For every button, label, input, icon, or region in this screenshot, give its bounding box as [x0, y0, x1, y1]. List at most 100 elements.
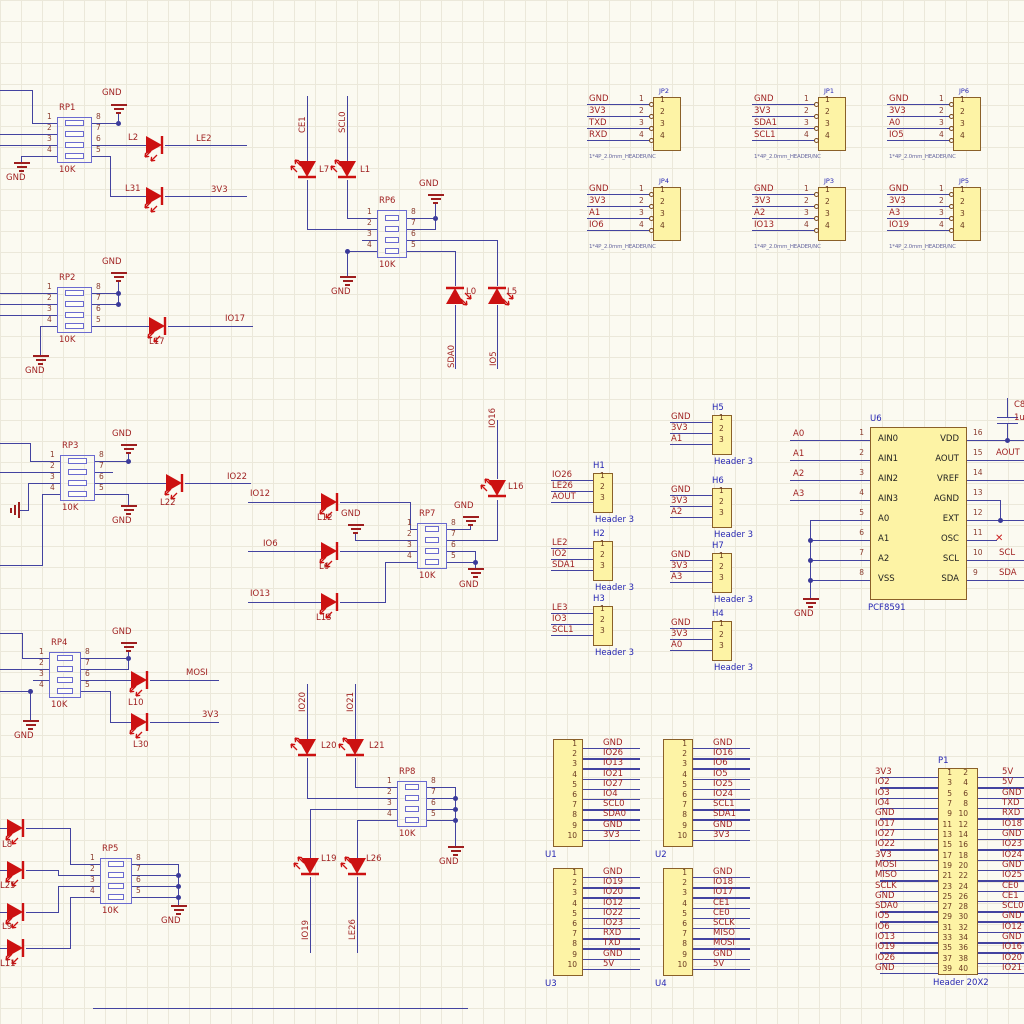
pin-number: 4 [939, 131, 944, 139]
junction-dot [808, 558, 813, 563]
pin-number: 1 [960, 96, 965, 104]
designator: H6 [712, 477, 724, 486]
net-label-GND: GND [875, 809, 895, 818]
net-label-IO20: IO20 [1002, 954, 1022, 963]
net-label-SDA0: SDA0 [448, 345, 457, 368]
pin-number: 17 [940, 852, 952, 860]
designator: H1 [593, 462, 605, 471]
ic-pin-name-SCL: SCL [919, 555, 959, 564]
net-label-IO6: IO6 [875, 923, 890, 932]
pin-number: 16 [973, 429, 983, 437]
pin-number: 7 [940, 800, 952, 808]
header-JP2[interactable] [653, 97, 681, 151]
net-label-IO21: IO21 [603, 770, 623, 779]
led-L6[interactable] [311, 532, 349, 570]
led-L31[interactable] [136, 177, 174, 215]
net-label-TXD: TXD [603, 939, 621, 948]
pin-number: 10 [667, 832, 687, 840]
pin-number: 22 [956, 872, 968, 880]
pin-number: 8 [99, 451, 104, 459]
designator: H5 [712, 404, 724, 413]
pin-number: 3 [804, 209, 809, 217]
pin-number: 5 [431, 810, 436, 818]
pin-circle [949, 228, 954, 233]
pin-number: 6 [956, 790, 968, 798]
pin-circle [949, 126, 954, 131]
junction-dot [453, 796, 458, 801]
pin-number: 4 [804, 221, 809, 229]
led-L22[interactable] [156, 464, 194, 502]
pin-number: 8 [667, 940, 687, 948]
wire [447, 562, 476, 563]
net-label-IO5: IO5 [875, 912, 890, 921]
net-label-GND: GND [889, 185, 909, 194]
pin-number: 6 [96, 305, 101, 313]
junction-dot [473, 560, 478, 565]
gnd-label: GND [419, 180, 439, 189]
junction-dot [345, 249, 350, 254]
net-label-A1: A1 [793, 450, 804, 459]
pin-number: 6 [431, 799, 436, 807]
net-label-SDA0: SDA0 [875, 902, 898, 911]
gnd-symbol [10, 508, 12, 513]
net-label-CE0: CE0 [713, 909, 730, 918]
header-JP4[interactable] [653, 187, 681, 241]
gnd-symbol [466, 520, 476, 522]
net-label-IO26: IO26 [552, 471, 572, 480]
net-label-GND: GND [1002, 789, 1022, 798]
gnd-symbol [23, 720, 39, 722]
pin-number: 3 [387, 799, 392, 807]
pin-number: 7 [136, 865, 141, 873]
pin-number: 1 [660, 186, 665, 194]
pin-number: 4 [90, 887, 95, 895]
led-designator: L8 [2, 841, 12, 850]
header-JP5[interactable] [953, 187, 981, 241]
pin-circle [949, 114, 954, 119]
header-JP3[interactable] [818, 187, 846, 241]
net-label-IO24: IO24 [713, 790, 733, 799]
net-label-IO12: IO12 [1002, 923, 1022, 932]
led-L10[interactable] [121, 661, 159, 699]
pin-number: 8 [557, 811, 577, 819]
footprint-label: 1*4P_2.0mm_HEADER/NC [589, 244, 656, 250]
led-L30[interactable] [121, 703, 159, 741]
net-label-A1: A1 [671, 435, 682, 444]
wire [880, 973, 938, 974]
pin-number: 6 [667, 920, 687, 928]
led-L2[interactable] [136, 126, 174, 164]
pin-number: 5 [940, 790, 952, 798]
pin-number: 8 [411, 208, 416, 216]
wire [165, 196, 247, 197]
gnd-symbol [116, 280, 121, 282]
net-label-IO16: IO16 [713, 749, 733, 758]
pin-number: 4 [557, 771, 577, 779]
pin-circle [949, 102, 954, 107]
net-label-GND: GND [713, 950, 733, 959]
gnd-symbol [111, 272, 127, 274]
resistor-element [65, 312, 84, 318]
header-JP1[interactable] [818, 97, 846, 151]
pin-number: 25 [940, 893, 952, 901]
value-label: 10K [399, 830, 415, 839]
pin-number: 1 [47, 113, 52, 121]
pin-number: 18 [956, 852, 968, 860]
led-designator: L17 [149, 338, 165, 347]
net-label-IO22: IO22 [875, 840, 895, 849]
wire [407, 240, 498, 241]
wire [150, 680, 219, 681]
led-designator: L25 [0, 882, 16, 891]
gnd-symbol [468, 524, 473, 526]
pin-number: 2 [600, 551, 605, 559]
pin-number: 7 [844, 549, 864, 557]
pin-number: 11 [940, 821, 952, 829]
pin-number: 3 [960, 120, 965, 128]
header-JP6[interactable] [953, 97, 981, 151]
pin-number: 11 [973, 529, 983, 537]
resistor-element [65, 120, 84, 126]
pin-circle [649, 192, 654, 197]
wire [407, 251, 456, 252]
pin-number: 23 [940, 883, 952, 891]
wire [40, 326, 41, 356]
led-designator: L2 [128, 134, 138, 143]
resistor-element [405, 806, 419, 812]
